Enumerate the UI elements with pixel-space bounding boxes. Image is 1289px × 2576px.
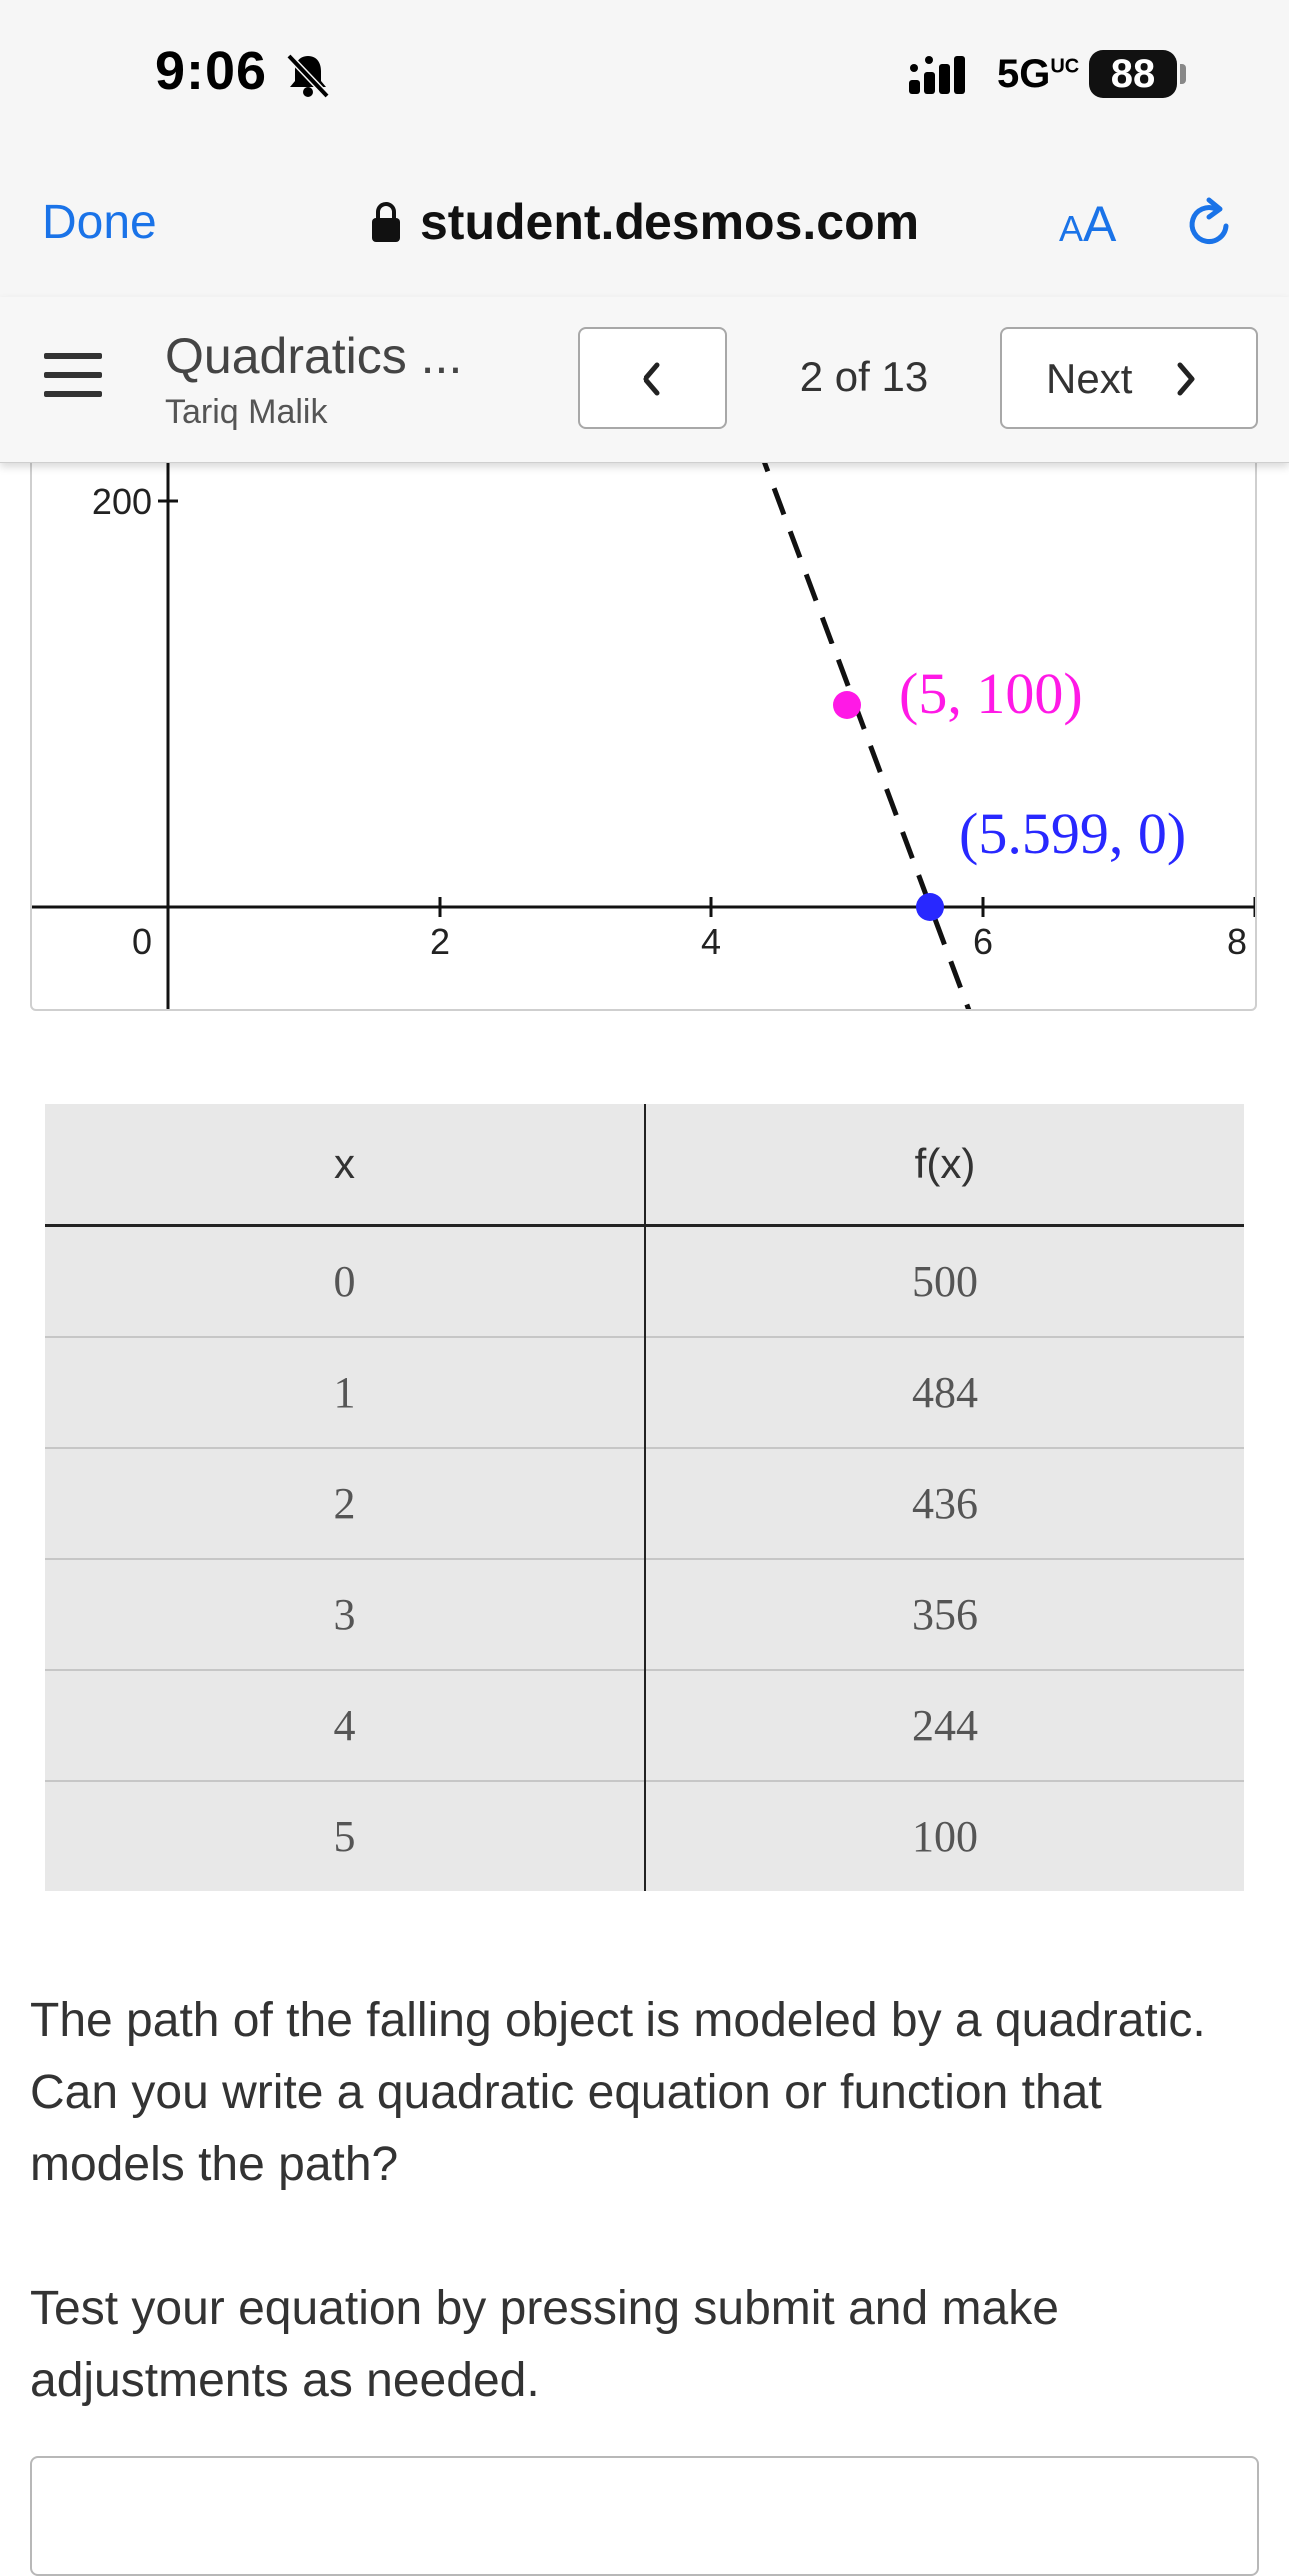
text-size-button[interactable]: AA	[1059, 195, 1116, 253]
table-header-x: x	[45, 1104, 646, 1227]
point-blue-label: (5.599, 0)	[959, 801, 1186, 866]
reload-icon[interactable]	[1182, 196, 1238, 252]
hamburger-menu-icon[interactable]	[44, 353, 102, 397]
table-header-fx: f(x)	[644, 1104, 1244, 1227]
table-cell-fx: 356	[644, 1558, 1244, 1670]
battery-indicator: 88	[1089, 50, 1177, 98]
data-table: x f(x) 0 500 1 484 2 436 3 356 4 244 5 100	[45, 1104, 1244, 1891]
status-time: 9:06	[155, 41, 268, 101]
url-address[interactable]: student.desmos.com	[420, 193, 919, 251]
browser-chrome: 9:06 5GUC 88 Done student.desmos.com AA	[0, 0, 1289, 298]
graph-panel[interactable]: 200 0 2 4 6 8 (5, 100) (5.599, 0)	[30, 400, 1257, 1011]
table-cell-x: 1	[45, 1336, 646, 1448]
next-button-label: Next	[1046, 355, 1133, 402]
point-blue[interactable]	[916, 893, 944, 921]
table-cell-fx: 244	[644, 1669, 1244, 1781]
network-label: 5GUC	[997, 52, 1080, 96]
y-tick-label: 200	[92, 481, 152, 522]
table-cell-x: 3	[45, 1558, 646, 1670]
table-cell-x: 4	[45, 1669, 646, 1781]
done-button[interactable]: Done	[42, 195, 157, 250]
table-cell-x: 0	[45, 1224, 646, 1337]
next-button[interactable]: Next	[1000, 327, 1258, 429]
table-row: 5 100	[45, 1780, 1244, 1891]
activity-author: Tariq Malik	[165, 393, 328, 431]
graph-canvas[interactable]: 200 0 2 4 6 8 (5, 100) (5.599, 0)	[32, 402, 1257, 1011]
x-tick-label-2: 2	[430, 921, 450, 962]
table-cell-x: 2	[45, 1447, 646, 1559]
signal-icon	[909, 56, 965, 94]
point-magenta[interactable]	[833, 691, 861, 719]
x-tick-label-8: 8	[1227, 921, 1247, 962]
previous-button[interactable]	[578, 327, 727, 429]
table-cell-fx: 484	[644, 1336, 1244, 1448]
x-tick-label-4: 4	[701, 921, 721, 962]
table-cell-x: 5	[45, 1780, 646, 1891]
point-magenta-label: (5, 100)	[899, 661, 1083, 726]
activity-header: Quadratics ... Tariq Malik 2 of 13 Next	[0, 297, 1289, 463]
table-cell-fx: 100	[644, 1780, 1244, 1891]
table-row: 4 244	[45, 1669, 1244, 1781]
table-cell-fx: 500	[644, 1224, 1244, 1337]
battery-tip	[1180, 64, 1186, 84]
instruction-text: Test your equation by pressing submit an…	[30, 2282, 1059, 2407]
table-cell-fx: 436	[644, 1447, 1244, 1559]
bell-muted-icon	[286, 53, 330, 99]
x-tick-label-6: 6	[973, 921, 993, 962]
table-row: 1 484	[45, 1336, 1244, 1448]
chevron-left-icon	[643, 362, 660, 396]
table-row: 2 436	[45, 1447, 1244, 1559]
table-row: 0 500	[45, 1224, 1244, 1337]
lock-icon	[372, 202, 400, 242]
answer-input[interactable]	[30, 2456, 1259, 2576]
table-header-row: x f(x)	[45, 1104, 1244, 1227]
x-tick-label-0: 0	[132, 921, 152, 962]
page-counter: 2 of 13	[799, 353, 929, 400]
table-row: 3 356	[45, 1558, 1244, 1670]
question-text: The path of the falling object is modele…	[30, 1994, 1206, 2191]
activity-title: Quadratics ...	[165, 328, 463, 384]
chevron-right-icon	[1177, 362, 1195, 396]
